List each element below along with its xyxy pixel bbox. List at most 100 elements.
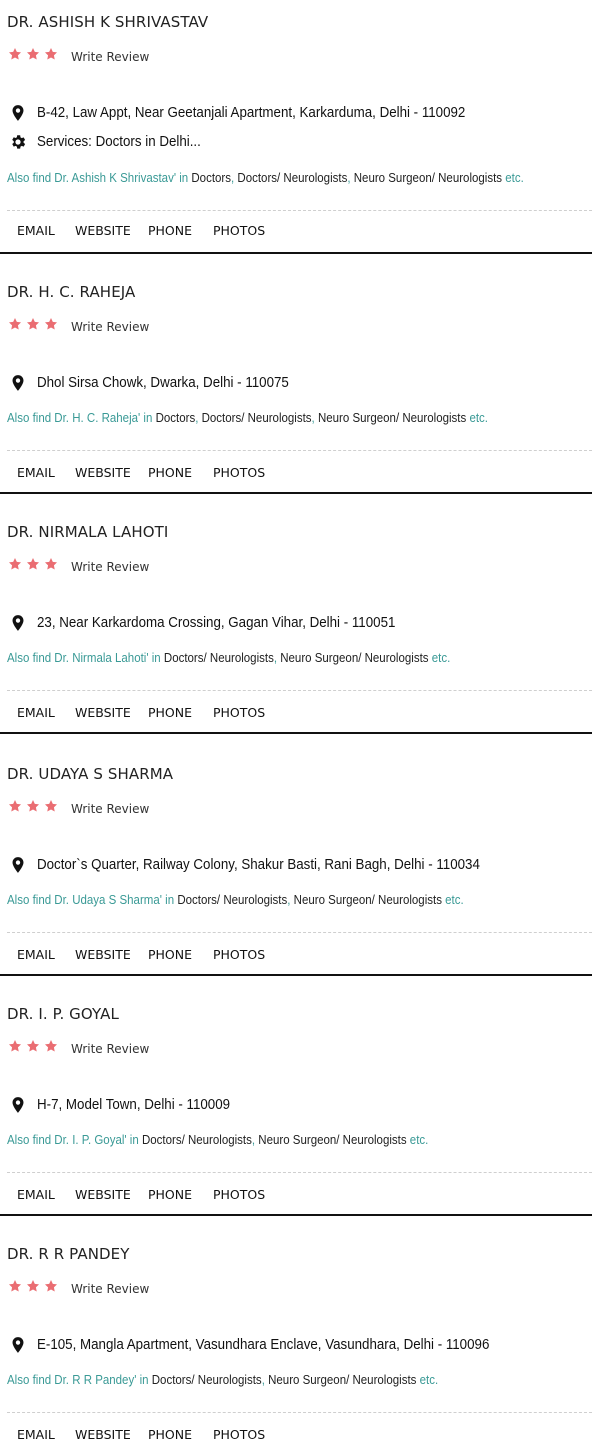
website-button[interactable]: WEBSITE <box>75 223 148 238</box>
phone-button[interactable]: PHONE <box>148 1187 213 1202</box>
services-row[interactable]: Services: Doctors in Delhi... <box>9 133 215 151</box>
category-link[interactable]: Doctors <box>156 411 196 425</box>
star-icon <box>44 558 58 570</box>
website-button[interactable]: WEBSITE <box>75 1187 148 1202</box>
category-link[interactable]: Doctors/ Neurologists <box>152 1373 262 1387</box>
email-button[interactable]: EMAIL <box>17 947 75 962</box>
address-text: Doctor`s Quarter, Railway Colony, Shakur… <box>37 857 480 873</box>
write-review-link[interactable]: Write Review <box>71 320 149 334</box>
dashed-divider <box>7 690 592 691</box>
etc-link[interactable]: etc. <box>505 171 524 185</box>
category-link[interactable]: Doctors/ Neurologists <box>202 411 312 425</box>
star-icon <box>44 318 58 330</box>
phone-button[interactable]: PHONE <box>148 947 213 962</box>
website-button[interactable]: WEBSITE <box>75 1427 148 1442</box>
dashed-divider <box>7 210 592 211</box>
category-link[interactable]: Neuro Surgeon/ Neurologists <box>258 1133 406 1147</box>
also-find-prefix: Also find Dr. Udaya S Sharma' in <box>7 893 175 907</box>
category-link[interactable]: Neuro Surgeon/ Neurologists <box>294 893 442 907</box>
star-icon <box>26 48 40 60</box>
listing-name[interactable]: DR. UDAYA S SHARMA <box>7 765 173 783</box>
category-link[interactable]: Doctors/ Neurologists <box>164 651 274 665</box>
also-find-prefix: Also find Dr. R R Pandey' in <box>7 1373 149 1387</box>
star-icon <box>44 800 58 812</box>
listing-name[interactable]: DR. NIRMALA LAHOTI <box>7 523 168 541</box>
listing-card: DR. UDAYA S SHARMA Write Review Doctor`s Q… <box>0 752 592 992</box>
action-bar: EMAIL WEBSITE PHONE PHOTOS <box>17 465 273 480</box>
dashed-divider <box>7 932 592 933</box>
etc-link[interactable]: etc. <box>410 1133 429 1147</box>
email-button[interactable]: EMAIL <box>17 1187 75 1202</box>
dashed-divider <box>7 450 592 451</box>
also-find-line: Also find Dr. H. C. Raheja' in Doctors, … <box>7 411 489 425</box>
action-bar: EMAIL WEBSITE PHONE PHOTOS <box>17 947 273 962</box>
photos-button[interactable]: PHOTOS <box>213 465 273 480</box>
etc-link[interactable]: etc. <box>432 651 451 665</box>
email-button[interactable]: EMAIL <box>17 705 75 720</box>
photos-button[interactable]: PHOTOS <box>213 1427 273 1442</box>
email-button[interactable]: EMAIL <box>17 465 75 480</box>
rating-stars <box>8 799 58 813</box>
website-button[interactable]: WEBSITE <box>75 465 148 480</box>
address-text: H-7, Model Town, Delhi - 110009 <box>37 1097 231 1113</box>
phone-button[interactable]: PHONE <box>148 223 213 238</box>
photos-button[interactable]: PHOTOS <box>213 223 273 238</box>
etc-link[interactable]: etc. <box>420 1373 439 1387</box>
action-bar: EMAIL WEBSITE PHONE PHOTOS <box>17 223 273 238</box>
etc-link[interactable]: etc. <box>469 411 488 425</box>
star-icon <box>26 318 40 330</box>
listing-card: DR. H. C. RAHEJA Write Review Dhol Sirsa C… <box>0 270 592 510</box>
star-icon <box>44 1040 58 1052</box>
also-find-prefix: Also find Dr. I. P. Goyal' in <box>7 1133 139 1147</box>
map-pin-icon <box>12 1097 24 1113</box>
listing-name[interactable]: DR. I. P. GOYAL <box>7 1005 119 1023</box>
address-text: B-42, Law Appt, Near Geetanjali Apartmen… <box>37 105 466 121</box>
category-link[interactable]: Neuro Surgeon/ Neurologists <box>280 651 428 665</box>
write-review-link[interactable]: Write Review <box>71 50 149 64</box>
category-link[interactable]: Neuro Surgeon/ Neurologists <box>268 1373 416 1387</box>
listing-card: DR. I. P. GOYAL Write Review H-7, Model To… <box>0 992 592 1232</box>
email-button[interactable]: EMAIL <box>17 1427 75 1442</box>
listing-name[interactable]: DR. R R PANDEY <box>7 1245 130 1263</box>
write-review-link[interactable]: Write Review <box>71 560 149 574</box>
photos-button[interactable]: PHOTOS <box>213 705 273 720</box>
phone-button[interactable]: PHONE <box>148 705 213 720</box>
address-row: Doctor`s Quarter, Railway Colony, Shakur… <box>9 856 518 874</box>
category-link[interactable]: Neuro Surgeon/ Neurologists <box>318 411 466 425</box>
listing-card: DR. NIRMALA LAHOTI Write Review 23, Near K… <box>0 510 592 752</box>
action-bar: EMAIL WEBSITE PHONE PHOTOS <box>17 1427 273 1442</box>
star-icon <box>8 1280 22 1292</box>
also-find-line: Also find Dr. R R Pandey' in Doctors/ Ne… <box>7 1373 439 1387</box>
category-link[interactable]: Doctors <box>191 171 231 185</box>
category-link[interactable]: Doctors/ Neurologists <box>142 1133 252 1147</box>
also-find-prefix: Also find Dr. H. C. Raheja' in <box>7 411 153 425</box>
listing-card: DR. R R PANDEY Write Review E-105, Mangla … <box>0 1232 592 1454</box>
address-text: 23, Near Karkardoma Crossing, Gagan Viha… <box>37 615 396 631</box>
listing-divider <box>0 1214 592 1216</box>
rating-stars <box>8 557 58 571</box>
address-row: E-105, Mangla Apartment, Vasundhara Encl… <box>9 1336 529 1354</box>
photos-button[interactable]: PHOTOS <box>213 1187 273 1202</box>
category-link[interactable]: Doctors/ Neurologists <box>237 171 347 185</box>
services-text: Services: Doctors in Delhi... <box>37 134 201 150</box>
star-icon <box>26 1040 40 1052</box>
map-pin-icon <box>12 105 24 121</box>
write-review-link[interactable]: Write Review <box>71 802 149 816</box>
listing-name[interactable]: DR. H. C. RAHEJA <box>7 283 135 301</box>
map-pin-icon <box>12 615 24 631</box>
write-review-link[interactable]: Write Review <box>71 1282 149 1296</box>
also-find-line: Also find Dr. Nirmala Lahoti' in Doctors… <box>7 651 451 665</box>
rating-stars <box>8 47 58 61</box>
listing-name[interactable]: DR. ASHISH K SHRIVASTAV <box>7 13 208 31</box>
photos-button[interactable]: PHOTOS <box>213 947 273 962</box>
website-button[interactable]: WEBSITE <box>75 947 148 962</box>
category-link[interactable]: Neuro Surgeon/ Neurologists <box>354 171 502 185</box>
phone-button[interactable]: PHONE <box>148 1427 213 1442</box>
etc-link[interactable]: etc. <box>445 893 464 907</box>
category-link[interactable]: Doctors/ Neurologists <box>177 893 287 907</box>
phone-button[interactable]: PHONE <box>148 465 213 480</box>
website-button[interactable]: WEBSITE <box>75 705 148 720</box>
write-review-link[interactable]: Write Review <box>71 1042 149 1056</box>
star-icon <box>26 800 40 812</box>
email-button[interactable]: EMAIL <box>17 223 75 238</box>
